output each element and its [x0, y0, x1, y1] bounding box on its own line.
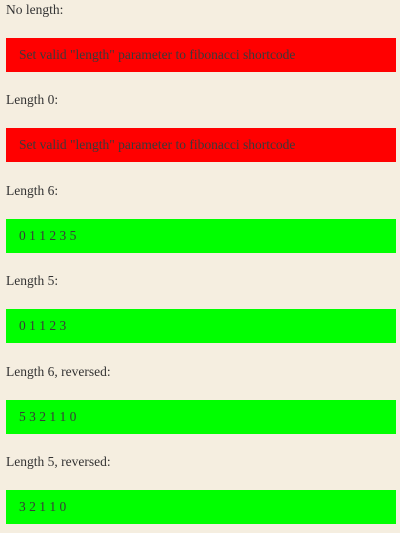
error-output-box: Set valid "length" parameter to fibonacc…: [6, 38, 396, 72]
section-label: Length 0:: [6, 92, 59, 107]
error-output-box: Set valid "length" parameter to fibonacc…: [6, 128, 396, 162]
sequence-output-box: 0 1 1 2 3 5: [6, 219, 396, 253]
sequence-output-box: 5 3 2 1 1 0: [6, 400, 396, 434]
section-label: Length 6:: [6, 183, 59, 198]
section-label: Length 6, reversed:: [6, 364, 111, 379]
section-label: No length:: [6, 2, 64, 17]
section-label: Length 5, reversed:: [6, 454, 111, 469]
sequence-output-box: 3 2 1 1 0: [6, 490, 396, 524]
shortcode-test-page: No length: Set valid "length" parameter …: [0, 0, 400, 533]
sequence-output-box: 0 1 1 2 3: [6, 309, 396, 343]
section-label: Length 5:: [6, 273, 59, 288]
